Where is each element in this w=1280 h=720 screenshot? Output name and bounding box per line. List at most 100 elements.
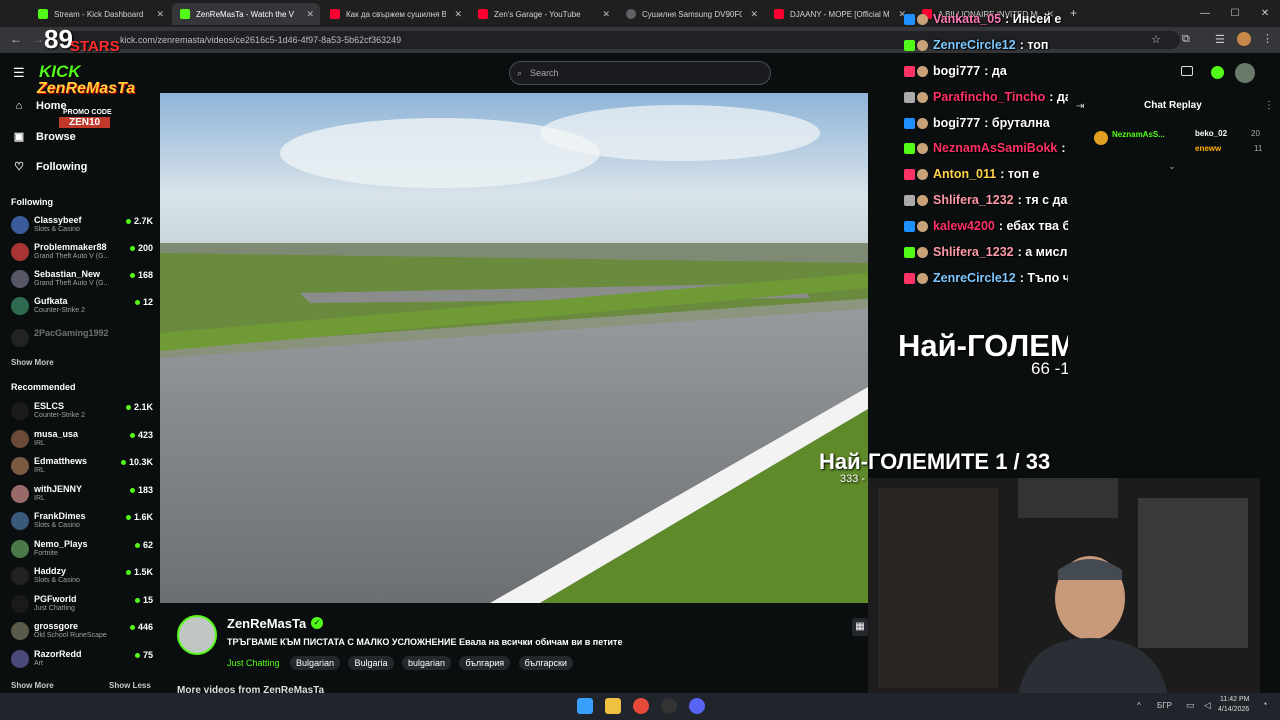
tray-chevron-icon[interactable]: ^ xyxy=(1137,701,1141,710)
tag-chip[interactable]: Bulgarian xyxy=(289,656,341,670)
browser-tab[interactable]: DJAANY - MOPE [Official Musi ✕ xyxy=(766,3,912,25)
live-dot-icon xyxy=(125,405,131,411)
back-icon[interactable]: ← xyxy=(10,32,22,46)
channel-name: withJENNY xyxy=(34,483,83,494)
chat-badge-icon xyxy=(917,142,928,154)
bookmark-star-icon[interactable]: ☆ xyxy=(1151,33,1161,46)
live-dot-icon xyxy=(129,487,135,493)
chat-badge-icon xyxy=(917,246,928,258)
language-indicator[interactable]: БГР xyxy=(1157,701,1172,710)
video-player[interactable] xyxy=(160,93,868,603)
avatar xyxy=(11,402,29,420)
close-tab-icon[interactable]: ✕ xyxy=(602,9,610,20)
browser-tab[interactable]: Как да свържем сушилня Bos ✕ xyxy=(322,3,468,25)
expand-chevron-icon[interactable]: ⌄ xyxy=(1168,161,1176,172)
channel-category: Counter-Strike 2 xyxy=(34,307,85,314)
chat-username: kalew4200 xyxy=(933,219,995,233)
sidebar-channel[interactable]: FrankDimes Slots & Casino 1.6K xyxy=(8,509,153,535)
tag-chip[interactable]: български xyxy=(518,656,573,670)
chat-badge-icon xyxy=(917,91,928,103)
close-tab-icon[interactable]: ✕ xyxy=(454,9,462,20)
close-tab-icon[interactable]: ✕ xyxy=(750,9,758,20)
forward-icon[interactable]: → xyxy=(32,32,44,46)
viewer-count: 200 xyxy=(129,243,153,253)
overlay-chat-message: bogi777: да xyxy=(904,64,1007,78)
profile-avatar[interactable] xyxy=(1237,32,1251,46)
youtube-favicon-icon xyxy=(774,9,784,19)
viewer-count: 1.5K xyxy=(125,567,153,577)
tag-chip[interactable]: българия xyxy=(459,656,511,670)
clock-date[interactable]: 4/14/2026 xyxy=(1218,706,1249,713)
channel-category: Old School RuneScape xyxy=(34,632,107,639)
kick-wallet-icon[interactable] xyxy=(1211,66,1224,79)
gift-subs-icon[interactable]: ▦ xyxy=(852,618,868,636)
file-explorer-icon[interactable] xyxy=(605,698,621,714)
nav-following[interactable]: ♡ Following xyxy=(12,160,87,174)
windows-start-icon[interactable] xyxy=(577,698,593,714)
sidebar-channel[interactable]: Haddzy Slots & Casino 1.5K xyxy=(8,564,153,590)
viewer-count: 2.7K xyxy=(125,216,153,226)
sidebar-channel[interactable]: RazorRedd Art 75 xyxy=(8,647,153,673)
volume-icon[interactable]: ◁ xyxy=(1204,700,1211,711)
sidebar-channel[interactable]: withJENNY IRL 183 xyxy=(8,482,153,508)
show-more-following-button[interactable]: Show More xyxy=(11,358,54,367)
browser-tab[interactable]: Stream - Kick Dashboard ✕ xyxy=(30,3,170,25)
chat-menu-icon[interactable]: ⋮ xyxy=(1264,100,1274,111)
chat-badge-icon xyxy=(917,65,928,77)
tab-title: ZenReMasTa - Watch the V xyxy=(196,9,294,19)
channel-avatar[interactable] xyxy=(177,615,217,655)
live-dot-icon xyxy=(129,625,135,631)
browser-tab[interactable]: Zen's Garage - YouTube ✕ xyxy=(470,3,616,25)
sidebar-channel[interactable]: ESLCS Counter-Strike 2 2.1K xyxy=(8,399,153,425)
avatar xyxy=(11,429,29,448)
top-user-name: NeznamAsS... xyxy=(1112,130,1165,139)
browser-tab-active[interactable]: ZenReMasTa - Watch the V ✕ xyxy=(172,3,320,25)
kick-favicon-icon xyxy=(180,9,190,19)
tag-chip[interactable]: Bulgaria xyxy=(348,656,394,670)
notifications-icon[interactable]: ◔ xyxy=(1262,699,1267,709)
obs-icon[interactable] xyxy=(661,698,677,714)
sidebar-channel[interactable]: Problemmaker88 Grand Theft Auto V (G... … xyxy=(8,240,153,266)
network-icon[interactable]: ▭ xyxy=(1186,700,1195,711)
webcam-scene xyxy=(868,478,1260,696)
avatar xyxy=(11,297,29,315)
minimize-icon[interactable]: — xyxy=(1190,0,1220,27)
sidebar-channel[interactable]: grossgore Old School RuneScape 446 xyxy=(8,619,153,645)
sidebar-channel[interactable]: Gufkata Counter-Strike 2 12 xyxy=(8,294,153,320)
discord-icon[interactable] xyxy=(689,698,705,714)
hamburger-menu-icon[interactable]: ☰ xyxy=(13,65,25,81)
sidebar-channel[interactable]: Edmatthews IRL 10.3K xyxy=(8,454,153,480)
search-input[interactable]: ⌕ Search xyxy=(509,61,771,85)
clock-time[interactable]: 11:42 PM xyxy=(1220,696,1249,703)
tag-chip[interactable]: bulgarian xyxy=(401,656,451,670)
reading-list-icon[interactable]: ☰ xyxy=(1215,33,1225,46)
extensions-icon[interactable]: ⧉ xyxy=(1182,33,1190,46)
sidebar-channel[interactable]: Sebastian_New Grand Theft Auto V (G... 1… xyxy=(8,267,153,293)
sidebar-channel[interactable]: musa_usa IRL 423 xyxy=(8,427,153,453)
close-tab-icon[interactable]: ✕ xyxy=(306,9,314,20)
collapse-chat-icon[interactable]: ⇥ xyxy=(1076,101,1084,112)
sidebar-channel[interactable]: Classybeef Slots & Casino 2.7K xyxy=(8,213,153,239)
show-less-button[interactable]: Show Less xyxy=(109,681,151,690)
sidebar-channel[interactable]: PGFworld Just Chatting 15 xyxy=(8,592,153,618)
browser-tab[interactable]: Сушилня Samsung DV90F09F ✕ xyxy=(618,3,764,25)
user-avatar[interactable] xyxy=(1235,63,1255,83)
channel-category: Slots & Casino xyxy=(34,226,80,233)
gift-icon[interactable] xyxy=(1181,66,1193,76)
chat-username: NeznamAsSamiBokk xyxy=(933,141,1058,155)
menu-kebab-icon[interactable]: ⋮ xyxy=(1262,32,1273,45)
close-tab-icon[interactable]: ✕ xyxy=(156,9,164,20)
chat-badge-icon xyxy=(904,194,915,206)
url-text: kick.com/zenremasta/videos/ce2616c5-1d46… xyxy=(120,35,402,45)
category-link[interactable]: Just Chatting xyxy=(227,658,280,668)
new-tab-icon[interactable]: + xyxy=(1070,6,1077,20)
maximize-icon[interactable]: ☐ xyxy=(1220,0,1250,27)
show-more-recommended-button[interactable]: Show More xyxy=(11,681,54,690)
close-window-icon[interactable]: ✕ xyxy=(1250,0,1280,27)
brand-logo-name: ZenReMasTa xyxy=(37,80,136,97)
sidebar-channel-offline[interactable]: 2PacGaming1992 xyxy=(8,326,153,352)
channel-name[interactable]: ZenReMasTa xyxy=(227,616,306,631)
sidebar-channel[interactable]: Nemo_Plays Fortnite 62 xyxy=(8,537,153,563)
chat-badge-icon xyxy=(917,168,928,180)
chrome-icon[interactable] xyxy=(633,698,649,714)
